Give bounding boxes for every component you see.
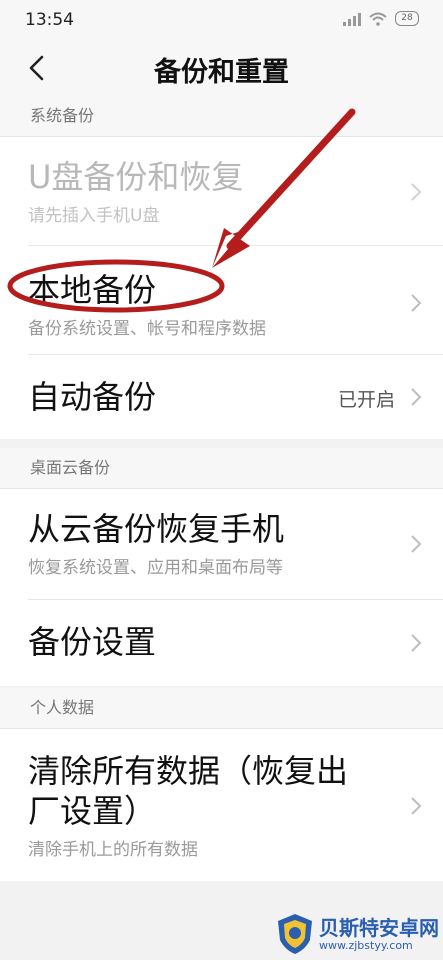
row-subtitle: 请先插入手机U盘	[28, 206, 160, 226]
section-header: 系统备份	[0, 96, 443, 137]
shield-logo-icon	[278, 914, 312, 954]
watermark-title: 贝斯特安卓网	[319, 915, 439, 940]
row-usb-backup[interactable]: U盘备份和恢复 请先插入手机U盘	[28, 137, 443, 246]
signal-icon	[343, 12, 361, 26]
row-title: 本地备份	[28, 271, 157, 309]
row-subtitle: 清除手机上的所有数据	[28, 840, 198, 860]
chevron-right-icon	[411, 535, 422, 553]
chevron-right-icon	[411, 634, 422, 652]
section-personal-data: 个人数据 清除所有数据（恢复出厂设置） 清除手机上的所有数据	[0, 688, 443, 881]
title-bar: 备份和重置	[0, 40, 443, 97]
row-local-backup[interactable]: 本地备份 备份系统设置、帐号和程序数据	[28, 246, 443, 355]
row-title: U盘备份和恢复	[28, 158, 244, 196]
row-subtitle: 恢复系统设置、应用和桌面布局等	[28, 558, 283, 578]
watermark: 贝斯特安卓网 www.zjbstyy.com	[275, 912, 439, 956]
wifi-icon	[369, 12, 387, 26]
status-time: 13:54	[25, 10, 74, 30]
row-auto-backup[interactable]: 自动备份 已开启	[28, 355, 443, 439]
row-restore-from-cloud[interactable]: 从云备份恢复手机 恢复系统设置、应用和桌面布局等	[28, 489, 443, 600]
row-title: 从云备份恢复手机	[28, 510, 285, 548]
chevron-right-icon	[411, 388, 422, 406]
page-title: 备份和重置	[154, 57, 289, 88]
section-header: 个人数据	[0, 688, 443, 729]
section-header: 桌面云备份	[0, 448, 443, 489]
status-icons: 28	[343, 11, 419, 26]
battery-icon: 28	[395, 11, 419, 26]
watermark-url: www.zjbstyy.com	[319, 938, 413, 952]
status-bar: 13:54 28	[0, 0, 443, 40]
auto-backup-status: 已开启	[337, 389, 395, 411]
row-title: 清除所有数据（恢复出厂设置）	[28, 752, 349, 830]
row-title: 备份设置	[28, 623, 157, 661]
row-backup-settings[interactable]: 备份设置	[28, 600, 443, 686]
row-factory-reset[interactable]: 清除所有数据（恢复出厂设置） 清除手机上的所有数据	[28, 729, 443, 881]
section-system-backup: 系统备份 U盘备份和恢复 请先插入手机U盘 本地备份 备份系统设置、帐号和程序数…	[0, 96, 443, 439]
section-cloud-backup: 桌面云备份 从云备份恢复手机 恢复系统设置、应用和桌面布局等 备份设置	[0, 448, 443, 686]
chevron-right-icon	[411, 797, 422, 815]
chevron-right-icon	[411, 294, 422, 312]
row-subtitle: 备份系统设置、帐号和程序数据	[28, 319, 266, 339]
chevron-right-icon	[411, 183, 422, 201]
